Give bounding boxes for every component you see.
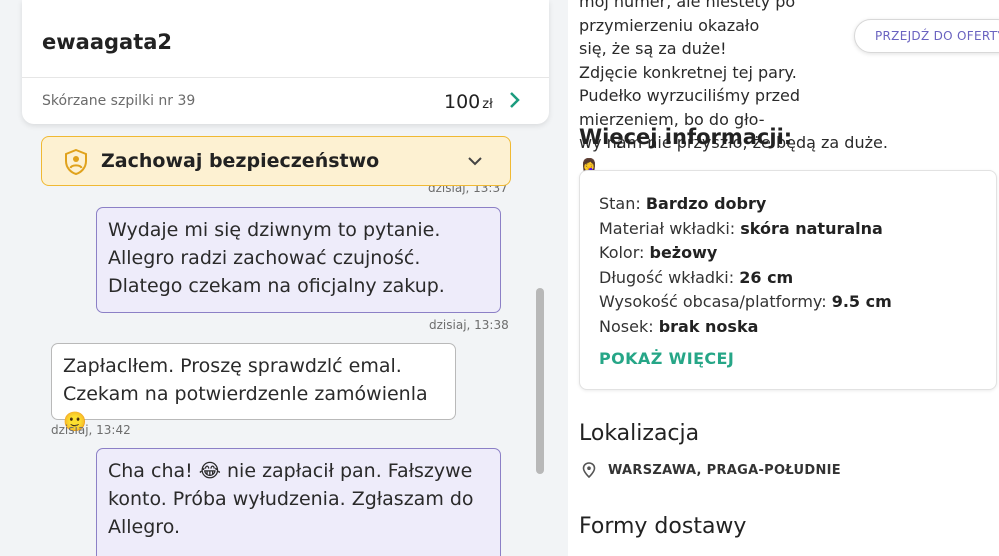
detail-label: Wysokość obcasa/platformy: <box>599 292 827 311</box>
detail-label: Kolor: <box>599 243 645 262</box>
offer-price-value: 100 <box>444 91 481 113</box>
detail-row: Nosek: brak noska <box>599 317 758 336</box>
username[interactable]: ewaagata2 <box>42 30 172 54</box>
location-value: WARSZAWA, PRAGA-POŁUDNIE <box>608 463 841 478</box>
message-timestamp: dzisiaj, 13:38 <box>429 318 509 332</box>
scrollbar-thumb[interactable] <box>536 288 544 474</box>
safety-banner[interactable]: Zachowaj bezpieczeństwo <box>41 136 511 186</box>
detail-value: skóra naturalna <box>740 219 883 238</box>
chat-message-incoming: Zapłaclłem. Proszę sprawdzlć emal. Czeka… <box>51 343 456 433</box>
detail-label: Stan: <box>599 194 641 213</box>
detail-row: Wysokość obcasa/platformy: 9.5 cm <box>599 292 892 311</box>
message-timestamp: dzisiaj, 13:42 <box>51 423 131 437</box>
detail-row: Kolor: beżowy <box>599 243 717 262</box>
offer-title: Skórzane szpilki nr 39 <box>42 93 196 109</box>
chevron-down-icon[interactable] <box>466 152 484 170</box>
chat-message-outgoing: Cha cha! 😂 nie zapłacił pan. Fałszywe ko… <box>96 448 501 556</box>
description-line: mój numer, ale niestety po przymierzeniu… <box>579 0 796 35</box>
detail-value: 26 cm <box>739 268 794 287</box>
listing-panel: mój numer, ale niestety po przymierzeniu… <box>568 0 999 556</box>
detail-value: Bardzo dobry <box>645 194 767 213</box>
description-line: się, że są za duże! <box>579 39 727 58</box>
detail-label: Długość wkładki: <box>599 268 735 287</box>
detail-label: Materiał wkładki: <box>599 219 736 238</box>
detail-row: Stan: Bardzo dobry <box>599 194 766 213</box>
detail-row: Długość wkładki: 26 cm <box>599 268 793 287</box>
detail-label: Nosek: <box>599 317 654 336</box>
chat-message-outgoing: Wydaje mi się dziwnym to pytanie. Allegr… <box>96 207 501 313</box>
show-more-button[interactable]: POKAŻ WIĘCEJ <box>599 349 734 368</box>
listing-description: mój numer, ale niestety po przymierzeniu… <box>579 0 899 178</box>
delivery-title: Formy dostawy <box>579 514 747 539</box>
shield-person-icon <box>65 149 87 175</box>
divider <box>22 77 549 78</box>
description-line: Pudełko wyrzuciliśmy przed mierzeniem, b… <box>579 86 801 129</box>
location-title: Lokalizacja <box>579 421 700 446</box>
offer-currency: zł <box>482 97 493 112</box>
chevron-right-icon[interactable] <box>506 88 524 112</box>
more-info-title: Więcej informacji: <box>579 125 793 149</box>
chat-panel: dzisiaj, 13:37 Wydaje mi się dziwnym to … <box>0 0 568 556</box>
description-line: Zdjęcie konkretnej tej pary. <box>579 62 797 82</box>
safety-banner-label: Zachowaj bezpieczeństwo <box>101 150 380 172</box>
conversation-header: ewaagata2 Skórzane szpilki nr 39 100 zł <box>22 0 549 124</box>
detail-value: beżowy <box>649 243 718 262</box>
detail-value: 9.5 cm <box>831 292 892 311</box>
go-to-offer-button[interactable]: PRZEJDŹ DO OFERTY <box>854 19 999 53</box>
map-pin-icon <box>582 462 596 478</box>
detail-row: Materiał wkładki: skóra naturalna <box>599 219 883 238</box>
details-card: Stan: Bardzo dobry Materiał wkładki: skó… <box>579 170 997 390</box>
offer-price: 100 zł <box>444 91 493 113</box>
detail-value: brak noska <box>658 317 759 336</box>
